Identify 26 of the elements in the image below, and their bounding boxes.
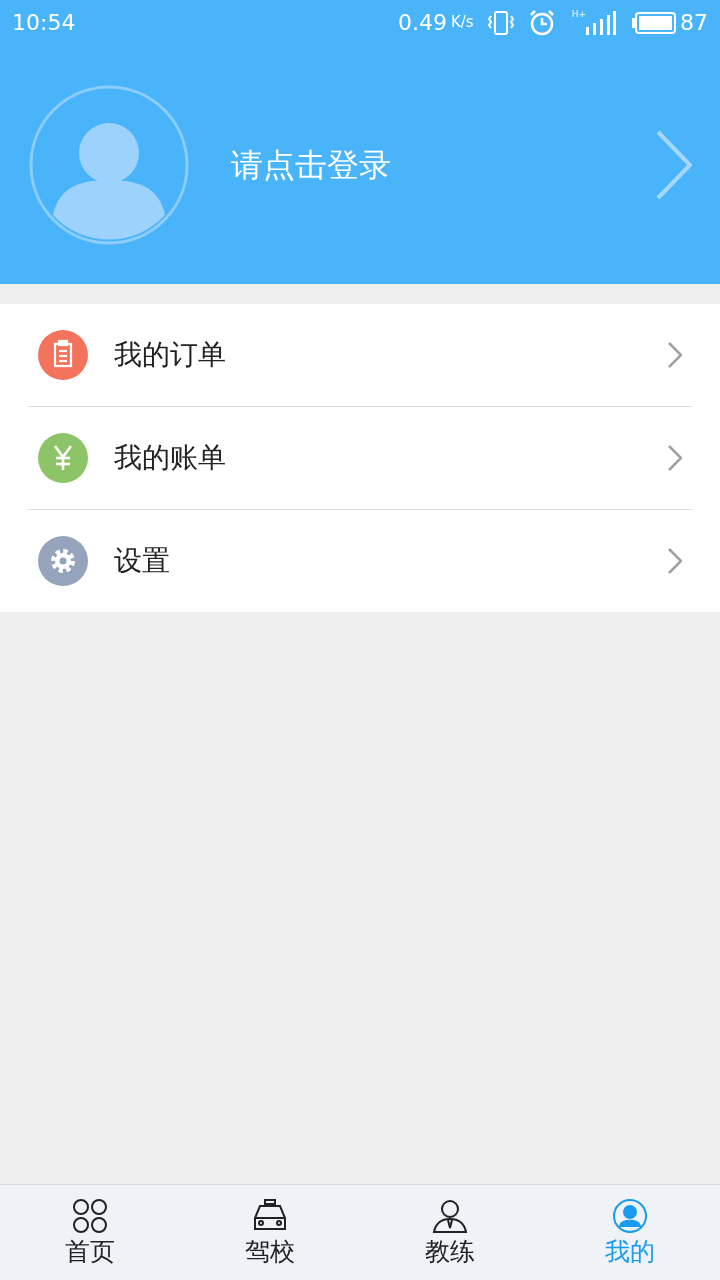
vibrate-icon: [485, 9, 516, 36]
menu-label: 我的账单: [114, 440, 226, 476]
menu-item[interactable]: 设置: [28, 510, 692, 612]
clover-icon: [72, 1197, 108, 1234]
chevron-right-icon: [668, 548, 682, 574]
chevron-right-icon: [668, 342, 682, 368]
clock: 10:54: [12, 9, 76, 37]
battery-level: 87: [680, 9, 708, 37]
tab[interactable]: 教练: [360, 1185, 540, 1280]
tab[interactable]: 首页: [0, 1185, 180, 1280]
chevron-right-icon: [668, 445, 682, 471]
network-speed: 0.49: [398, 9, 447, 37]
chevron-right-icon: [656, 129, 692, 200]
avatar-icon: [29, 84, 189, 245]
signal-icon: [586, 10, 616, 35]
battery-icon: [632, 11, 676, 34]
menu-label: 设置: [114, 543, 170, 579]
speed-unit: K/s: [450, 12, 474, 34]
menu-item[interactable]: 我的账单: [28, 407, 692, 509]
login-prompt: 请点击登录: [231, 144, 391, 186]
menu-label: 我的订单: [114, 337, 226, 373]
person-tie-icon: [432, 1197, 468, 1234]
tab[interactable]: 驾校: [180, 1185, 360, 1280]
menu-item[interactable]: 我的订单: [28, 304, 692, 406]
user-icon: [612, 1197, 648, 1234]
network-type: H+: [571, 8, 586, 21]
